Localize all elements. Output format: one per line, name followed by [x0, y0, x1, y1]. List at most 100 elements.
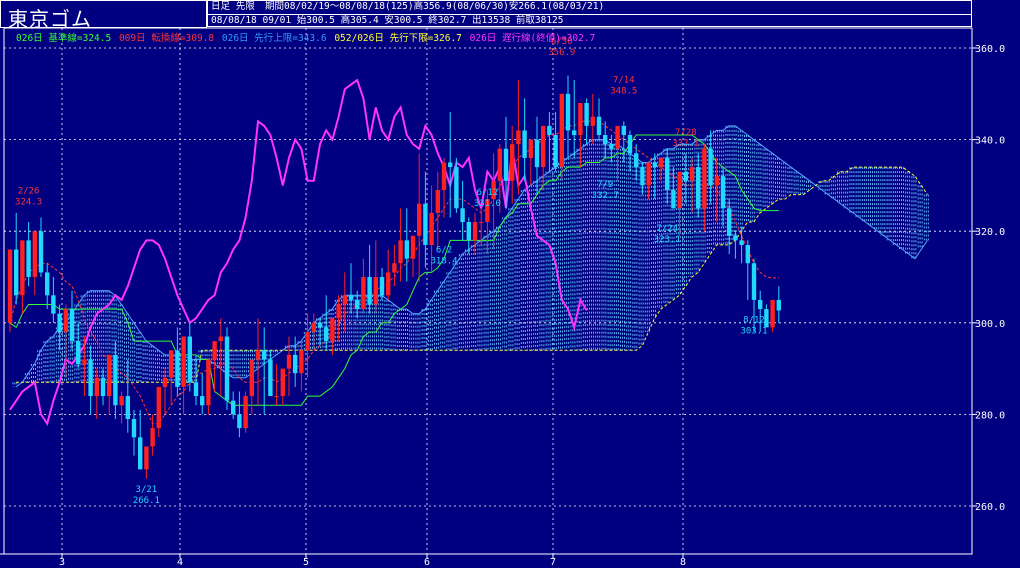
y-tick-label: 320.0 [975, 227, 1005, 238]
candle-body [522, 130, 527, 158]
legend-span-b: 052/026日 先行下限=326.7 [334, 33, 462, 44]
candle-body [448, 162, 453, 168]
candle-body [224, 336, 230, 401]
candle-body [671, 189, 676, 209]
candle-body [125, 396, 130, 419]
candle-body [212, 341, 217, 360]
indicator-legend: 026日 基準線=324.5 009日 転換線=309.8 026日 先行上限=… [16, 30, 597, 44]
candle-body [386, 272, 391, 296]
candle-body [627, 135, 633, 154]
candle-body [361, 277, 366, 310]
candle-body [299, 350, 304, 374]
candle-body [739, 240, 744, 245]
candle-body [534, 139, 540, 168]
candle-body [342, 295, 347, 305]
candle-body [57, 313, 62, 332]
x-tick-label: 8 [680, 557, 686, 568]
candle-body [553, 135, 558, 168]
candle-body [88, 359, 93, 397]
candle-body [144, 446, 149, 470]
annotation-value: 337.1 [672, 139, 699, 149]
candle-body [119, 396, 124, 406]
candle-body [528, 139, 533, 158]
candle-body [82, 359, 87, 365]
candle-body [131, 418, 137, 438]
candle-body [150, 428, 155, 447]
candle-body [497, 148, 502, 181]
candle-body [311, 322, 316, 332]
candle-body [503, 148, 509, 181]
candle-body [14, 249, 19, 296]
candle-body [355, 299, 360, 310]
annotation-date: 7/14 [613, 76, 635, 86]
candle-body [702, 148, 707, 209]
candle-body [367, 277, 372, 305]
annotation-date: 8/12 [743, 316, 765, 326]
candle-body [268, 359, 273, 397]
candle-body [764, 309, 769, 328]
candle-body [305, 331, 310, 351]
x-tick-label: 7 [550, 557, 556, 568]
candle-body [658, 157, 664, 168]
candle-body [665, 157, 670, 190]
y-tick-label: 360.0 [975, 44, 1005, 55]
candle-body [609, 144, 614, 149]
candle-body [280, 368, 285, 397]
legend-span-a: 026日 先行上限=343.6 [221, 33, 327, 44]
annotation-value: 331.0 [474, 199, 501, 209]
candle-body [776, 299, 781, 311]
legend-chikou: 026日 遅行線(終値)=302.7 [469, 33, 596, 44]
candle-body [646, 162, 651, 186]
annotation-value: 356.9 [548, 48, 575, 58]
annotation-date: 7/24 [656, 224, 678, 234]
candle-body [187, 336, 192, 383]
annotation-value: 332.7 [592, 191, 619, 201]
annotations: 2/26324.33/21266.16/30356.97/14348.57/28… [15, 37, 767, 506]
annotation-date: 2/26 [18, 187, 40, 197]
candle-body [708, 148, 713, 186]
candle-body [317, 322, 323, 328]
candle-body [677, 171, 682, 209]
candle-body [460, 208, 465, 223]
candle-body [206, 359, 211, 406]
candle-body [237, 414, 242, 429]
legend-kijun: 026日 基準線=324.5 [16, 33, 112, 44]
candle-body [274, 396, 279, 398]
candle-body [640, 167, 645, 186]
candle-body [379, 277, 385, 296]
candle-body [255, 350, 261, 360]
candle-body [652, 162, 657, 168]
candle-body [435, 189, 440, 213]
candle-body [107, 354, 112, 397]
plot-frame [3, 27, 973, 555]
span-a-line [15, 125, 928, 388]
candle-body [541, 125, 546, 168]
annotation-date: 7/9 [597, 180, 613, 190]
candle-body [231, 400, 236, 415]
candle-body [262, 350, 267, 360]
candle-body [348, 295, 354, 300]
candle-body [243, 396, 248, 429]
candle-body [293, 354, 298, 374]
candle-body [249, 359, 254, 397]
candle-body [510, 144, 515, 181]
candle-body [32, 231, 37, 277]
candles [7, 75, 781, 479]
x-tick-label: 6 [424, 557, 430, 568]
x-tick-label: 4 [177, 557, 183, 568]
candle-body [547, 125, 552, 136]
candle-body [417, 203, 422, 236]
candle-body [634, 153, 639, 168]
annotation-value: 324.3 [15, 198, 42, 208]
candle-body [466, 222, 471, 241]
candle-body [603, 135, 608, 145]
candle-body [584, 102, 589, 126]
candle-body [100, 377, 106, 397]
candle-body [565, 93, 571, 131]
annotation-date: 7/28 [675, 128, 697, 138]
candle-body [751, 263, 757, 300]
candle-body [727, 208, 732, 236]
candle-body [696, 167, 701, 209]
candle-body [113, 354, 118, 406]
candle-body [479, 222, 484, 224]
